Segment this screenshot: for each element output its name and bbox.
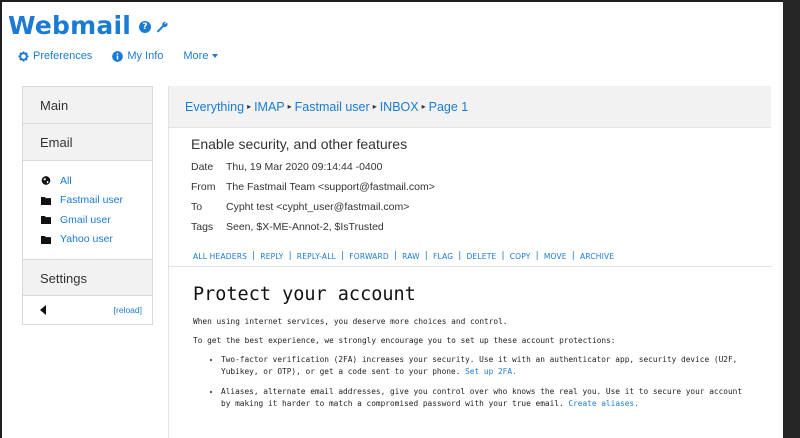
action-separator: | [424,251,428,261]
sidebar-item-all[interactable]: All [41,171,152,191]
action-separator: | [393,251,398,261]
message-body: Protect your account When using internet… [193,284,753,418]
preferences-link[interactable]: Preferences [18,50,92,62]
action-separator: | [288,251,292,261]
message-subject: Enable security, and other features [191,136,408,152]
folder-icon [41,216,51,225]
sidebar-item-gmail[interactable]: Gmail user [41,210,152,230]
collapse-arrow-icon[interactable] [40,305,46,315]
body-paragraph: To get the best experience, we strongly … [193,336,616,345]
flag-button[interactable]: FLAG [433,252,453,261]
sidebar-item-label: Gmail user [60,213,111,226]
create-aliases-link[interactable]: Create aliases. [568,399,638,408]
list-item-text: Aliases, alternate email addresses, give… [221,387,743,408]
reload-link[interactable]: [reload] [114,305,142,315]
breadcrumb-account[interactable]: Fastmail user [295,100,370,114]
raw-button[interactable]: RAW [402,252,420,261]
action-separator: | [340,251,345,261]
header-label: From [191,181,216,193]
list-item: Two-factor verification (2FA) increases … [221,354,753,377]
breadcrumb-separator-icon: ▸ [421,102,426,111]
header-value: Seen, $X-ME-Annot-2, $IsTrusted [226,221,384,233]
header-value: Cypht test <cypht_user@fastmail.com> [226,201,410,213]
breadcrumb-folder[interactable]: INBOX [380,100,419,114]
info-icon [112,50,124,62]
folder-icon [41,235,51,244]
body-list: Two-factor verification (2FA) increases … [193,354,753,409]
header-date: Date Thu, 19 Mar 2020 09:14:44 -0400 [191,161,382,173]
action-separator: | [571,251,575,261]
wrench-icon[interactable] [156,21,168,33]
reply-all-button[interactable]: REPLY-ALL [297,252,336,261]
sidebar-footer: [reload] [23,296,152,324]
sidebar-section-main[interactable]: Main [23,87,152,124]
reply-button[interactable]: REPLY [260,252,283,261]
globe-icon [41,176,51,186]
webmail-page: Webmail ? Preferences My Info More Main … [2,2,783,438]
sidebar-item-label: Yahoo user [60,233,113,246]
message-actions: ALL HEADERS | REPLY | REPLY-ALL | FORWAR… [193,251,614,261]
top-nav: Preferences My Info More [18,50,238,62]
action-separator: | [501,251,505,261]
action-separator: | [252,251,256,261]
sidebar: Main Email All Fastmail user Gmail user … [22,86,153,325]
sidebar-section-email[interactable]: Email [23,124,152,161]
sidebar-email-list: All Fastmail user Gmail user Yahoo user [23,161,152,259]
breadcrumb-separator-icon: ▸ [287,102,292,111]
setup-2fa-link[interactable]: Set up 2FA. [465,367,517,376]
header-label: To [191,201,203,213]
delete-button[interactable]: DELETE [467,252,497,261]
list-item: Aliases, alternate email addresses, give… [221,386,753,409]
message-view: Everything ▸ IMAP ▸ Fastmail user ▸ INBO… [168,86,772,438]
my-info-label: My Info [127,50,164,62]
sidebar-item-label: All [60,174,72,187]
folder-icon [41,196,51,205]
breadcrumb-imap[interactable]: IMAP [254,100,285,114]
breadcrumb-separator-icon: ▸ [247,102,252,111]
all-headers-button[interactable]: ALL HEADERS [193,252,247,261]
my-info-link[interactable]: My Info [112,50,163,62]
header-from: From The Fastmail Team <support@fastmail… [191,181,435,193]
more-label: More [183,50,209,62]
help-icon[interactable]: ? [139,21,151,33]
header-label: Tags [191,221,214,233]
action-separator: | [535,251,539,261]
sidebar-item-yahoo[interactable]: Yahoo user [41,230,152,250]
header-value: The Fastmail Team <support@fastmail.com> [226,181,435,193]
app-title[interactable]: Webmail [8,11,131,40]
window-edge [783,0,800,438]
breadcrumb-page[interactable]: Page 1 [429,100,469,114]
header-to: To Cypht test <cypht_user@fastmail.com> [191,201,409,213]
caret-down-icon [212,54,219,58]
copy-button[interactable]: COPY [510,252,531,261]
archive-button[interactable]: ARCHIVE [580,252,614,261]
gear-icon [18,50,29,62]
breadcrumb: Everything ▸ IMAP ▸ Fastmail user ▸ INBO… [169,86,771,128]
header-tags: Tags Seen, $X-ME-Annot-2, $IsTrusted [191,221,384,233]
action-separator: | [458,251,462,261]
header-label: Date [191,161,214,173]
forward-button[interactable]: FORWARD [349,252,389,261]
sidebar-section-settings[interactable]: Settings [23,259,152,296]
preferences-label: Preferences [33,50,93,62]
body-paragraph: When using internet services, you deserv… [193,317,508,326]
breadcrumb-separator-icon: ▸ [372,102,377,111]
sidebar-item-label: Fastmail user [60,194,124,207]
header-value: Thu, 19 Mar 2020 09:14:44 -0400 [226,161,383,173]
body-heading: Protect your account [193,284,416,305]
breadcrumb-everything[interactable]: Everything [185,100,244,114]
move-button[interactable]: MOVE [544,252,567,261]
header: Webmail ? [8,8,168,42]
more-menu[interactable]: More [183,50,219,62]
divider [169,266,772,267]
sidebar-item-fastmail[interactable]: Fastmail user [41,191,152,211]
